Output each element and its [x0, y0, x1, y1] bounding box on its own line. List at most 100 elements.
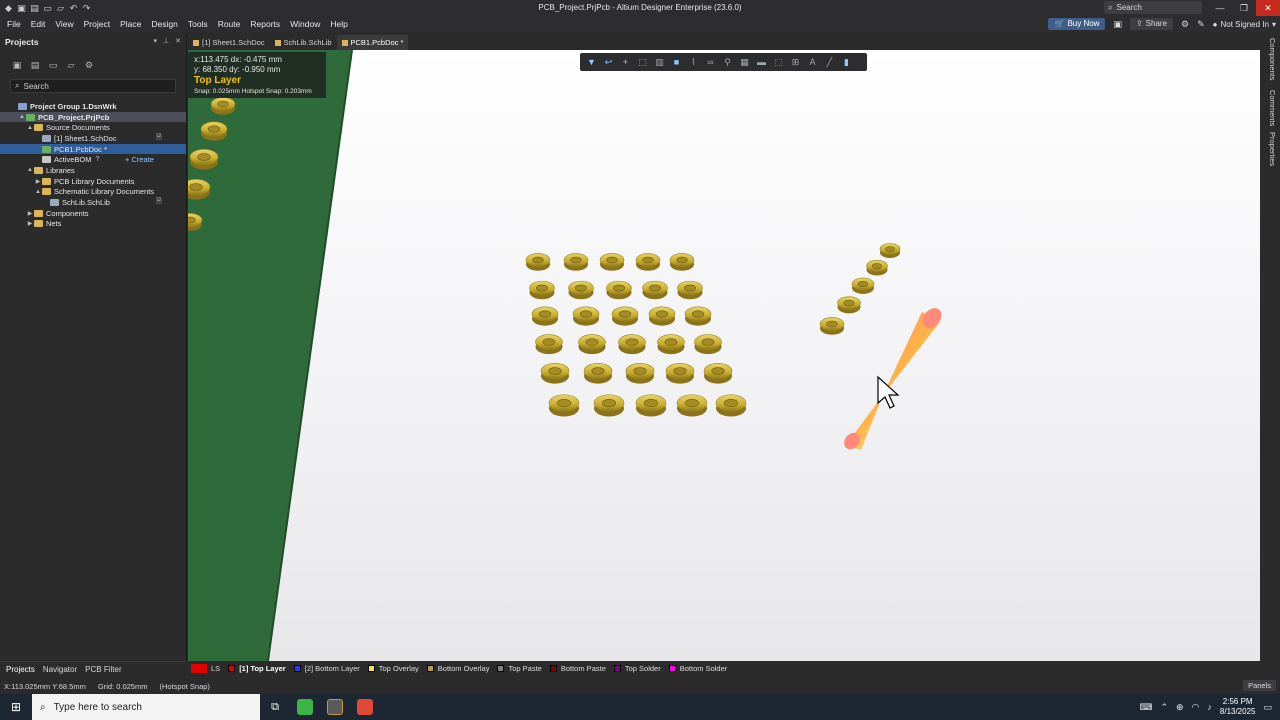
expand-toggle-icon[interactable]: ▶	[26, 210, 34, 217]
text-icon[interactable]: A	[807, 57, 818, 68]
wifi-icon[interactable]: ◠	[1192, 702, 1200, 713]
save-all-icon[interactable]: ▤	[30, 3, 39, 13]
taskbar-search[interactable]: ⌕ Type here to search	[32, 694, 260, 720]
expand-toggle-icon[interactable]: ▶	[26, 220, 34, 227]
layer-tab[interactable]: Top Overlay	[367, 664, 419, 673]
menu-tools[interactable]: Tools	[188, 19, 208, 29]
expand-toggle-icon[interactable]: ▲	[26, 167, 34, 173]
document-tab[interactable]: [1] Sheet1.SchDoc	[188, 35, 270, 50]
redo-icon[interactable]: ↷	[82, 3, 91, 13]
menu-edit[interactable]: Edit	[31, 19, 46, 29]
task-view-icon[interactable]: ⧉	[260, 694, 290, 720]
tree-item[interactable]: ▲ Source Documents	[0, 122, 186, 133]
dimension-icon[interactable]: ⊞	[790, 57, 801, 68]
open-icon[interactable]: ▭	[43, 3, 52, 13]
tree-item[interactable]: SchLib.SchLib 🗎	[0, 197, 186, 208]
diff-pair-icon[interactable]: ∞	[705, 57, 716, 68]
expand-toggle-icon[interactable]: ▲	[34, 189, 42, 195]
close-button[interactable]: ✕	[1256, 0, 1280, 16]
panel-close-icon[interactable]: ✕	[175, 37, 181, 45]
menu-view[interactable]: View	[55, 19, 73, 29]
polygon-icon[interactable]: ▬	[756, 57, 767, 68]
menu-window[interactable]: Window	[290, 19, 320, 29]
menu-project[interactable]: Project	[84, 19, 110, 29]
extensions-icon[interactable]: ✎	[1197, 19, 1205, 30]
expand-toggle-icon[interactable]: ▲	[18, 114, 26, 120]
components-side-tab[interactable]: Components	[1263, 38, 1277, 81]
gear-icon[interactable]: ⚙	[1181, 19, 1189, 30]
pin-icon[interactable]: ⊥	[163, 37, 169, 45]
notification-center-icon[interactable]: ▭	[1263, 702, 1272, 713]
open-folder-icon[interactable]: ▱	[56, 3, 65, 13]
camtasia-app-icon[interactable]	[290, 694, 320, 720]
panel-tab-projects[interactable]: Projects	[6, 665, 35, 674]
pad-icon[interactable]: ▦	[739, 57, 750, 68]
volume-icon[interactable]: ♪	[1207, 702, 1212, 712]
panels-button[interactable]: Panels	[1243, 680, 1276, 691]
layer-tab[interactable]: Top Solder	[613, 664, 661, 673]
gear-icon[interactable]: ⚙	[84, 60, 94, 70]
menu-file[interactable]: File	[7, 19, 21, 29]
pcb-canvas[interactable]: x:113.475 dx: -0.475 mm y: 68.350 dy: -0…	[188, 50, 1260, 661]
undo-icon[interactable]: ↶	[69, 3, 78, 13]
maximize-button[interactable]: ❐	[1232, 0, 1256, 16]
open-project-icon[interactable]: ▭	[48, 60, 58, 70]
menu-place[interactable]: Place	[120, 19, 141, 29]
tree-item[interactable]: ▲ Libraries	[0, 165, 186, 176]
route-icon[interactable]: ↩	[603, 57, 614, 68]
windows-start-icon[interactable]: ⊞	[0, 694, 32, 720]
share-button[interactable]: ⇪ Share	[1129, 18, 1174, 30]
create-bom-link[interactable]: + Create	[125, 155, 154, 164]
layer-tab[interactable]: Top Paste	[497, 664, 542, 673]
expand-toggle-icon[interactable]: ▶	[34, 178, 42, 185]
buy-now-button[interactable]: 🛒 Buy Now	[1048, 18, 1106, 30]
recorder-app-icon[interactable]	[350, 694, 380, 720]
layer-tab[interactable]: Bottom Solder	[668, 664, 727, 673]
tree-item[interactable]: [1] Sheet1.SchDoc 🗎	[0, 133, 186, 144]
global-search[interactable]: ⌕ Search	[1104, 1, 1202, 14]
wire-icon[interactable]: ⌇	[688, 57, 699, 68]
keyboard-icon[interactable]: ⌨	[1139, 702, 1152, 713]
component-icon[interactable]: ▥	[654, 57, 665, 68]
tree-item[interactable]: ▶ Components	[0, 208, 186, 219]
tree-item[interactable]: ▶ Nets	[0, 219, 186, 230]
pcb-3d-view[interactable]	[188, 50, 1260, 661]
altium-app-icon[interactable]	[320, 694, 350, 720]
document-tab[interactable]: PCB1.PcbDoc *	[336, 35, 409, 50]
app-icon[interactable]: ◆	[4, 3, 13, 13]
document-tab[interactable]: SchLib.SchLib	[270, 35, 337, 50]
cross-icon[interactable]: +	[620, 57, 631, 68]
save-icon[interactable]: ▣	[17, 3, 26, 13]
help-icon[interactable]: ?	[96, 156, 100, 163]
panel-menu-icon[interactable]: ▾	[154, 37, 158, 45]
panel-tab-pcb-filter[interactable]: PCB Filter	[85, 665, 121, 674]
layer-tab[interactable]: [1] Top Layer	[228, 664, 286, 673]
layer-set-swatch[interactable]	[191, 664, 207, 673]
layer-tab[interactable]: Bottom Overlay	[426, 664, 489, 673]
select-rect-icon[interactable]: ⬚	[637, 57, 648, 68]
tree-item[interactable]: ▶ PCB Library Documents	[0, 176, 186, 187]
network-icon[interactable]: ⊕	[1176, 702, 1184, 713]
menu-reports[interactable]: Reports	[250, 19, 280, 29]
layer-tab[interactable]: Bottom Paste	[549, 664, 606, 673]
line-icon[interactable]: ╱	[824, 57, 835, 68]
keepout-icon[interactable]: ⬚	[773, 57, 784, 68]
tree-item[interactable]: ActiveBOM? + Create	[0, 154, 186, 165]
tree-item[interactable]: ▲ Schematic Library Documents	[0, 187, 186, 198]
clock[interactable]: 2:56 PM 8/13/2025	[1220, 697, 1256, 717]
expand-toggle-icon[interactable]: ▲	[26, 125, 34, 131]
tree-item[interactable]: Project Group 1.DsnWrk	[0, 101, 186, 112]
fill-icon[interactable]: ■	[671, 57, 682, 68]
menu-help[interactable]: Help	[330, 19, 347, 29]
chevron-up-icon[interactable]: ⌃	[1160, 702, 1168, 713]
properties-side-tab[interactable]: Properties	[1263, 132, 1277, 166]
project-folder-icon[interactable]: ▱	[66, 60, 76, 70]
tree-item[interactable]: ▲ PCB_Project.PrjPcb	[0, 111, 186, 123]
menu-design[interactable]: Design	[151, 19, 177, 29]
notifications-icon[interactable]: ▣	[1113, 19, 1122, 30]
save-project-icon[interactable]: ▣	[12, 60, 22, 70]
projects-search-input[interactable]: ⌕ Search	[10, 79, 176, 93]
snap-icon[interactable]: ▮	[841, 57, 852, 68]
filter-icon[interactable]: ▼	[586, 57, 597, 68]
via-icon[interactable]: ⚲	[722, 57, 733, 68]
